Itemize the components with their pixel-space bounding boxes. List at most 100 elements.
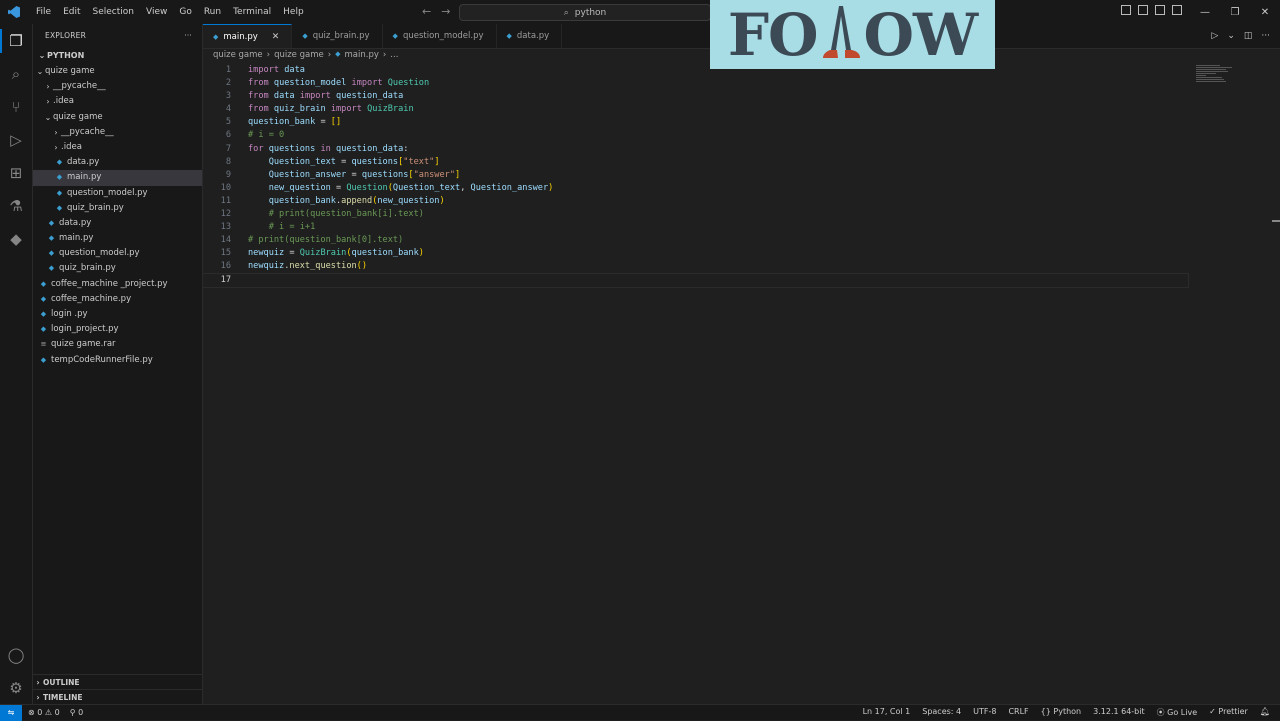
forward-arrow-icon[interactable]: →: [441, 5, 450, 18]
extensions-icon[interactable]: ⊞: [7, 164, 25, 182]
toggle-sidebar-icon[interactable]: [1121, 5, 1131, 15]
python-icon[interactable]: ◆: [7, 230, 25, 248]
breadcrumb-folder-1[interactable]: quize game: [213, 50, 263, 60]
search-sidebar-icon[interactable]: ⌕: [7, 65, 25, 83]
breadcrumb-folder-2[interactable]: quize game: [274, 50, 324, 60]
code-line[interactable]: 17: [202, 272, 1189, 288]
code-token: from: [248, 91, 269, 102]
code-line[interactable]: 2 from question_model import Question: [203, 77, 1280, 90]
cursor-position[interactable]: Ln 17, Col 1: [863, 707, 911, 718]
code-token: import: [248, 65, 280, 75]
code-line[interactable]: 10 new_question = Question(Question_text…: [203, 182, 1280, 195]
problems-indicator[interactable]: ⊗ 0 ⚠ 0: [28, 708, 60, 717]
tree-folder[interactable]: › __pycache__: [33, 125, 202, 140]
prettier-status[interactable]: ✓ Prettier: [1209, 707, 1248, 718]
breadcrumb-file[interactable]: main.py: [345, 50, 379, 60]
code-line[interactable]: 9 Question_answer = questions["answer"]: [203, 169, 1280, 182]
tree-folder[interactable]: ⌄ quize game: [33, 64, 202, 79]
code-line[interactable]: 16 newquiz.next_question(): [203, 260, 1280, 273]
tree-file[interactable]: ◆ coffee_machine _project.py: [33, 277, 202, 292]
customize-layout-icon[interactable]: [1172, 5, 1182, 15]
end-of-line[interactable]: CRLF: [1008, 707, 1028, 718]
code-line[interactable]: 8 Question_text = questions["text"]: [203, 156, 1280, 169]
tree-file[interactable]: ◆ main.py: [33, 170, 202, 186]
workspace-root[interactable]: ⌄ PYTHON: [33, 48, 202, 64]
breadcrumb-symbol[interactable]: ...: [390, 50, 398, 60]
tree-file[interactable]: ◆ question_model.py: [33, 186, 202, 201]
command-center-search[interactable]: ⌕ python: [459, 4, 711, 21]
go-live-button[interactable]: ⦿ Go Live: [1157, 707, 1198, 718]
python-interpreter[interactable]: 3.12.1 64-bit: [1093, 707, 1145, 718]
tree-folder[interactable]: › .idea: [33, 94, 202, 109]
tree-folder[interactable]: ⌄ quize game: [33, 110, 202, 125]
code-line[interactable]: 14 # print(question_bank[0].text): [203, 234, 1280, 247]
close-tab-icon[interactable]: ✕: [272, 25, 280, 49]
code-line[interactable]: 4 from quiz_brain import QuizBrain: [203, 103, 1280, 116]
tree-file[interactable]: ◆ data.py: [33, 216, 202, 231]
tree-file[interactable]: ◆ question_model.py: [33, 246, 202, 261]
code-line[interactable]: 6 # i = 0: [203, 129, 1280, 142]
tree-file[interactable]: ≡ quize game.rar: [33, 337, 202, 352]
tab-question-model-py[interactable]: ◆ question_model.py: [383, 24, 497, 48]
tree-folder[interactable]: › __pycache__: [33, 79, 202, 94]
code-line[interactable]: 12 # print(question_bank[i].text): [203, 208, 1280, 221]
code-text: # i = i+1: [248, 221, 316, 234]
tree-file[interactable]: ◆ login_project.py: [33, 322, 202, 337]
toggle-secondary-sidebar-icon[interactable]: [1155, 5, 1165, 15]
tree-file[interactable]: ◆ main.py: [33, 231, 202, 246]
settings-gear-icon[interactable]: ⚙: [7, 679, 25, 697]
file-encoding[interactable]: UTF-8: [973, 707, 996, 718]
code-editor[interactable]: 1 import data 2 from question_model import …: [202, 64, 1280, 704]
menu-view[interactable]: View: [140, 0, 173, 24]
menu-terminal[interactable]: Terminal: [227, 0, 277, 24]
tree-file[interactable]: ◆ quiz_brain.py: [33, 201, 202, 216]
run-options-chevron-icon[interactable]: ⌄: [1227, 31, 1235, 41]
indentation[interactable]: Spaces: 4: [922, 707, 961, 718]
accounts-icon[interactable]: ◯: [7, 646, 25, 664]
minimap[interactable]: [1196, 65, 1236, 87]
menu-file[interactable]: File: [30, 0, 57, 24]
menu-go[interactable]: Go: [173, 0, 197, 24]
toggle-panel-icon[interactable]: [1138, 5, 1148, 15]
notifications-bell-icon[interactable]: 🔔︎: [1260, 707, 1270, 718]
language-mode[interactable]: {} Python: [1041, 707, 1081, 718]
outline-section[interactable]: › OUTLINE: [33, 674, 202, 690]
more-actions-icon[interactable]: ···: [184, 24, 192, 48]
code-line[interactable]: 11 question_bank.append(new_question): [203, 195, 1280, 208]
menu-selection[interactable]: Selection: [87, 0, 140, 24]
tree-file[interactable]: ◆ login .py: [33, 307, 202, 322]
scrollbar-marker[interactable]: [1272, 220, 1280, 222]
maximize-icon[interactable]: ❐: [1220, 7, 1250, 18]
menu-edit[interactable]: Edit: [57, 0, 86, 24]
testing-icon[interactable]: ⚗: [7, 197, 25, 215]
code-line[interactable]: 15 newquiz = QuizBrain(question_bank): [203, 247, 1280, 260]
close-window-icon[interactable]: ✕: [1250, 7, 1280, 18]
tree-file[interactable]: ◆ data.py: [33, 155, 202, 170]
run-debug-icon[interactable]: ▷: [7, 131, 25, 149]
menu-run[interactable]: Run: [198, 0, 227, 24]
tab-data-py[interactable]: ◆ data.py: [497, 24, 563, 48]
tree-file[interactable]: ◆ quiz_brain.py: [33, 261, 202, 276]
tree-item-label: quize game.rar: [51, 339, 116, 350]
back-arrow-icon[interactable]: ←: [422, 5, 431, 18]
minimize-icon[interactable]: —: [1190, 7, 1220, 18]
tab-main-py[interactable]: ◆ main.py ✕: [203, 24, 293, 49]
python-file-icon: ◆: [40, 355, 47, 364]
timeline-section[interactable]: › TIMELINE: [33, 689, 202, 705]
tree-file[interactable]: ◆ coffee_machine.py: [33, 292, 202, 307]
ports-indicator[interactable]: ⚲ 0: [70, 708, 84, 717]
tree-folder[interactable]: › .idea: [33, 140, 202, 155]
explorer-icon[interactable]: ❐: [7, 32, 25, 50]
code-line[interactable]: 3 from data import question_data: [203, 90, 1280, 103]
tab-quiz-brain-py[interactable]: ◆ quiz_brain.py: [292, 24, 383, 48]
code-line[interactable]: 7 for questions in question_data:: [203, 143, 1280, 156]
more-editor-actions-icon[interactable]: ···: [1261, 31, 1270, 41]
code-line[interactable]: 5 question_bank = []: [203, 116, 1280, 129]
run-file-icon[interactable]: ▷: [1211, 31, 1218, 41]
code-line[interactable]: 13 # i = i+1: [203, 221, 1280, 234]
menu-help[interactable]: Help: [277, 0, 310, 24]
remote-indicator-icon[interactable]: ⇋: [0, 704, 22, 721]
source-control-icon[interactable]: ⑂: [7, 98, 25, 116]
tree-file[interactable]: ◆ tempCodeRunnerFile.py: [33, 353, 202, 368]
split-editor-icon[interactable]: ◫: [1244, 31, 1253, 41]
